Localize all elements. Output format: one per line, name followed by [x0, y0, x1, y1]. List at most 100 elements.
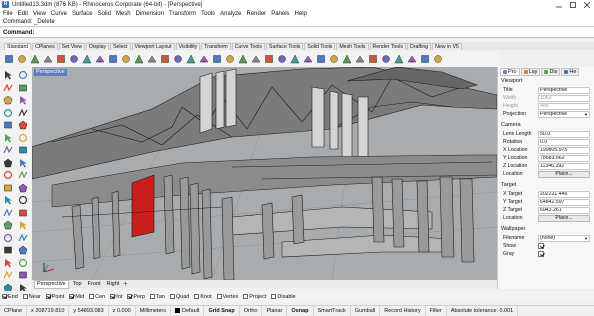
- menu-curve[interactable]: Curve: [51, 11, 67, 17]
- tab-standard[interactable]: Standard: [4, 43, 32, 50]
- lens-length-field[interactable]: 50.0: [538, 130, 590, 138]
- new-file-button[interactable]: [3, 53, 14, 64]
- status-gumball[interactable]: Gumball: [351, 306, 381, 316]
- mesh-tool-button[interactable]: [16, 182, 29, 194]
- undo-button[interactable]: [107, 53, 118, 64]
- tab-display[interactable]: Display: [86, 43, 110, 50]
- menu-file[interactable]: File: [3, 11, 13, 17]
- viewport-tab-right[interactable]: Right: [104, 281, 121, 288]
- analyze-button[interactable]: [328, 53, 339, 64]
- osnap-checkbox[interactable]: [149, 294, 155, 299]
- wallpaper-show-checkbox[interactable]: [538, 243, 544, 249]
- print-button[interactable]: [42, 53, 53, 64]
- menu-mesh[interactable]: Mesh: [116, 11, 131, 17]
- loft-tool-button[interactable]: [16, 144, 29, 156]
- status-planar[interactable]: Planar: [262, 306, 288, 316]
- osnap-near[interactable]: Near: [22, 294, 41, 300]
- menu-help[interactable]: Help: [295, 11, 307, 17]
- minimize-button[interactable]: [552, 0, 566, 9]
- points-button[interactable]: [367, 53, 378, 64]
- wallpaper-filename-field[interactable]: (none) ▼: [538, 234, 590, 242]
- osnap-cen[interactable]: Cen: [89, 294, 105, 300]
- x-target-field[interactable]: 202221.446: [538, 190, 590, 198]
- z-target-field[interactable]: 6943.261: [538, 206, 590, 214]
- curve-fillet-tool-button[interactable]: [1, 132, 14, 144]
- osnap-checkbox[interactable]: [194, 294, 200, 299]
- osnap-point[interactable]: Point: [45, 294, 64, 300]
- array-tool-button[interactable]: [16, 244, 29, 256]
- tab-new-in-v5[interactable]: New in V5: [432, 43, 462, 50]
- tab-set-view[interactable]: Set View: [58, 43, 86, 50]
- rotation-field[interactable]: 0.0: [538, 138, 590, 146]
- osnap-checkbox[interactable]: [69, 294, 75, 299]
- menu-render[interactable]: Render: [247, 11, 267, 17]
- menu-view[interactable]: View: [33, 11, 46, 17]
- status-record-history[interactable]: Record History: [380, 306, 426, 316]
- help-button[interactable]: [354, 53, 365, 64]
- osnap-quad[interactable]: Quad: [169, 294, 189, 300]
- tab-mesh-tools[interactable]: Mesh Tools: [336, 43, 369, 50]
- trim-tool-button[interactable]: [1, 207, 14, 219]
- osnap-checkbox[interactable]: [216, 294, 222, 299]
- projection-select[interactable]: Perspective ▼: [538, 110, 590, 118]
- material-button[interactable]: [263, 53, 274, 64]
- redo-button[interactable]: [120, 53, 131, 64]
- rotate-view-button[interactable]: [146, 53, 157, 64]
- ellipse-tool-button[interactable]: [1, 107, 14, 119]
- maximize-button[interactable]: [566, 0, 580, 9]
- close-button[interactable]: [580, 0, 594, 9]
- status-smarttrack[interactable]: SmartTrack: [314, 306, 351, 316]
- copy-tool-button[interactable]: [16, 219, 29, 231]
- box-tool-button[interactable]: [16, 157, 29, 169]
- osnap-checkbox[interactable]: [127, 294, 133, 299]
- paste-button[interactable]: [94, 53, 105, 64]
- pan-button[interactable]: [133, 53, 144, 64]
- tab-solid-tools[interactable]: Solid Tools: [304, 43, 336, 50]
- tab-cplanes[interactable]: CPlanes: [32, 43, 58, 50]
- camera-place-button[interactable]: Place...: [538, 170, 590, 178]
- menu-tools[interactable]: Tools: [201, 11, 215, 17]
- zoom-selected-button[interactable]: [198, 53, 209, 64]
- block-tool-button[interactable]: [1, 269, 14, 281]
- osnap-checkbox[interactable]: [89, 294, 95, 299]
- osnap-knot[interactable]: Knot: [194, 294, 212, 300]
- osnap-checkbox[interactable]: [169, 294, 175, 299]
- tab-visibility[interactable]: Visibility: [175, 43, 201, 50]
- light-button[interactable]: [302, 53, 313, 64]
- perspective-viewport[interactable]: Perspective: [32, 67, 497, 280]
- offset-tool-button[interactable]: [16, 132, 29, 144]
- panel-tab-layers[interactable]: Lay: [520, 68, 541, 76]
- dimension-tool-button[interactable]: [16, 257, 29, 269]
- shade-button[interactable]: [237, 53, 248, 64]
- zoom-button[interactable]: [159, 53, 170, 64]
- menu-panels[interactable]: Panels: [271, 11, 289, 17]
- save-file-button[interactable]: [29, 53, 40, 64]
- status-units[interactable]: Millimeters: [136, 306, 171, 316]
- y-location-field[interactable]: 78683.662: [538, 154, 590, 162]
- mirror-tool-button[interactable]: [1, 244, 14, 256]
- extra3-button[interactable]: [419, 53, 430, 64]
- match-button[interactable]: [315, 53, 326, 64]
- extra2-button[interactable]: [406, 53, 417, 64]
- menu-edit[interactable]: Edit: [18, 11, 28, 17]
- menu-surface[interactable]: Surface: [72, 11, 93, 17]
- osnap-vertex[interactable]: Vertex: [216, 294, 238, 300]
- status-layer[interactable]: Default: [171, 306, 205, 316]
- options-button[interactable]: [341, 53, 352, 64]
- scale-tool-button[interactable]: [16, 232, 29, 244]
- cut-button[interactable]: [68, 53, 79, 64]
- viewport-tab-perspective[interactable]: Perspective: [34, 279, 69, 289]
- osnap-disable[interactable]: Disable: [271, 294, 296, 300]
- viewport-title-label[interactable]: Perspective: [34, 69, 67, 76]
- import-button[interactable]: [55, 53, 66, 64]
- layer-button[interactable]: [276, 53, 287, 64]
- tab-curve-tools[interactable]: Curve Tools: [231, 43, 266, 50]
- polyline-tool-button[interactable]: [16, 82, 29, 94]
- wallpaper-gray-checkbox[interactable]: [538, 251, 544, 257]
- surface-tool-button[interactable]: [1, 144, 14, 156]
- osnap-checkbox[interactable]: [110, 294, 116, 299]
- split-tool-button[interactable]: [16, 207, 29, 219]
- grid-button[interactable]: [224, 53, 235, 64]
- osnap-checkbox[interactable]: [243, 294, 249, 299]
- tab-select[interactable]: Select: [110, 43, 131, 50]
